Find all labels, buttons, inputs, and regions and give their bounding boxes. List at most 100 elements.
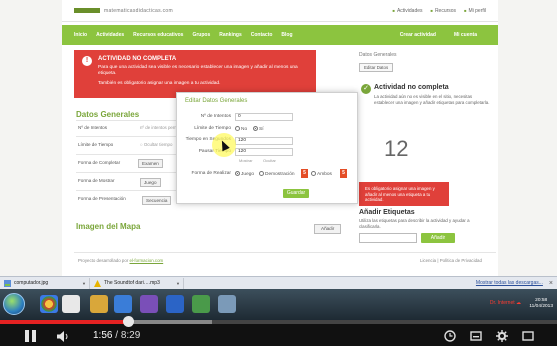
chrome-icon[interactable] (40, 295, 58, 313)
download-item[interactable]: computador.jpg ▼ (4, 277, 90, 289)
site-logo[interactable] (74, 8, 100, 13)
completion-title: Actividad no completa (374, 84, 449, 91)
word-icon[interactable] (166, 295, 184, 313)
app-icon[interactable] (192, 295, 210, 313)
top-link-activities[interactable]: Actividades (393, 8, 423, 14)
top-link-resources[interactable]: Recursos (431, 8, 456, 14)
limite-no-radio[interactable]: No (235, 126, 247, 132)
footer-legal[interactable]: Licencia | Política de Privacidad (420, 258, 482, 263)
demostracion-label: Demostración (265, 172, 295, 177)
ocultar-option[interactable]: Ocultar (263, 158, 276, 163)
gear-icon[interactable] (496, 330, 508, 342)
site-header: matematicasdidacticas.com Actividades Re… (62, 0, 498, 22)
limite-no-label: No (241, 127, 248, 132)
site-name[interactable]: matematicasdidacticas.com (104, 8, 173, 14)
media-player-icon[interactable] (62, 295, 80, 313)
close-icon[interactable]: × (549, 280, 553, 287)
clock-date: 11/04/2013 (529, 304, 553, 310)
volume-icon[interactable] (57, 331, 69, 342)
tags-description: Utiliza las etiquetas para describir la … (359, 218, 470, 229)
intentos-input[interactable]: 0 (235, 113, 293, 121)
system-clock[interactable]: 20:58 11/04/2013 (529, 298, 553, 310)
download-filename: The Soundtof dari….mp3 (104, 280, 160, 286)
show-all-downloads-link[interactable]: Mostrar todas las descargas... (476, 280, 543, 286)
pause-button[interactable] (24, 330, 38, 342)
dialog-title: Editar Datos Generales (185, 98, 248, 104)
nav-actividades[interactable]: Actividades (96, 32, 124, 38)
completion-text: La actividad aún no es visible en el sit… (374, 94, 490, 105)
app-icon[interactable] (114, 295, 132, 313)
folder-icon[interactable] (90, 295, 108, 313)
nav-blog[interactable]: Blog (281, 32, 292, 38)
web-page: matematicasdidacticas.com Actividades Re… (0, 0, 557, 276)
played-bar (0, 320, 128, 324)
limite-si-label: Sí (259, 127, 264, 132)
add-tag-button[interactable]: Añadir (421, 233, 455, 243)
divider (76, 136, 186, 137)
nav-mi-cuenta[interactable]: Mi cuenta (454, 32, 477, 38)
divider (76, 154, 186, 155)
main-nav: Inicio Actividades Recursos educativos G… (62, 25, 498, 45)
warning-icon (94, 279, 101, 287)
intentos-label: Nº de Intentos (200, 114, 231, 119)
settings-icon[interactable] (218, 295, 236, 313)
clock-icon[interactable] (444, 330, 456, 342)
row-forma-presentacion: Forma de Presentación (78, 196, 126, 201)
save-button[interactable]: Guardar (283, 189, 309, 198)
activity-count: 12 (384, 136, 409, 161)
general-data-title: Datos Generales (76, 110, 140, 119)
nav-contacto[interactable]: Contacto (251, 32, 273, 38)
radio-off-icon (259, 171, 264, 176)
juego-label: Juego (241, 172, 255, 177)
chevron-down-icon[interactable]: ▼ (82, 281, 86, 286)
download-item[interactable]: The Soundtof dari….mp3 ▼ (94, 277, 184, 289)
warning-icon: ! (82, 56, 92, 66)
tray-text: Dr. Internet ☁ (489, 300, 521, 306)
fullscreen-icon[interactable] (522, 330, 534, 342)
alert-text-2: También es obligatorio asignar una image… (98, 80, 221, 86)
radio-on-icon (235, 171, 240, 176)
divider (76, 120, 186, 121)
tag-input[interactable] (359, 233, 417, 243)
forma-label: Forma de Realizar (191, 171, 231, 176)
nav-inicio[interactable]: Inicio (74, 32, 87, 38)
pause-bar (25, 330, 29, 342)
scrubber-handle[interactable] (122, 316, 134, 327)
check-icon: ✓ (361, 84, 371, 94)
footer-credit-link[interactable]: el-formacion.com (130, 258, 164, 263)
juego-button[interactable]: Juego (140, 178, 161, 187)
top-link-profile[interactable]: Mi perfil (464, 8, 486, 14)
mostrar-option[interactable]: Mostrar (239, 158, 253, 163)
nav-rankings[interactable]: Rankings (219, 32, 242, 38)
media-icon[interactable] (140, 295, 158, 313)
captions-icon[interactable] (470, 330, 482, 342)
tags-title: Añadir Etiquetas (359, 209, 415, 216)
nav-crear-actividad[interactable]: Crear actividad (400, 32, 436, 38)
ocultar-tiempo-option[interactable]: ○ Ocultar tiempo (140, 142, 172, 147)
edit-general-data-dialog: Editar Datos Generales Nº de Intentos 0 … (176, 92, 358, 204)
downloads-bar: computador.jpg ▼ The Soundtof dari….mp3 … (0, 276, 557, 289)
add-image-button[interactable]: Añadir (314, 224, 342, 234)
edit-data-button[interactable]: Editar Datos (359, 63, 394, 72)
progress-bar[interactable] (0, 316, 557, 327)
juego-radio[interactable]: Juego (235, 171, 254, 177)
image-section-title: Imagen del Mapa (76, 222, 141, 231)
nav-recursos[interactable]: Recursos educativos (133, 32, 183, 38)
secuencia-button[interactable]: Secuencia (142, 196, 172, 205)
demostracion-radio[interactable]: Demostración (259, 171, 295, 177)
video-player-controls: 1:56 / 8:29 (0, 316, 557, 346)
limite-si-radio[interactable]: Sí (253, 126, 264, 132)
nav-grupos[interactable]: Grupos (192, 32, 210, 38)
sidebar-status: Datos Generales Editar Datos (359, 50, 491, 75)
ambos-radio[interactable]: Ambos (311, 171, 332, 177)
chevron-down-icon[interactable]: ▼ (176, 281, 180, 286)
tiempo-input[interactable]: 120 (235, 137, 293, 145)
divider (76, 172, 186, 173)
pausa-input[interactable]: 120 (235, 148, 293, 156)
examen-button[interactable]: Examen (138, 159, 163, 168)
incomplete-alert: ! ACTIVIDAD NO COMPLETA Para que una act… (74, 50, 316, 98)
start-button[interactable] (3, 293, 25, 315)
footer-credit-text: Proyecto desarrollado por (78, 258, 129, 263)
divider (76, 190, 186, 191)
top-links: Actividades Recursos Mi perfil (393, 8, 486, 14)
